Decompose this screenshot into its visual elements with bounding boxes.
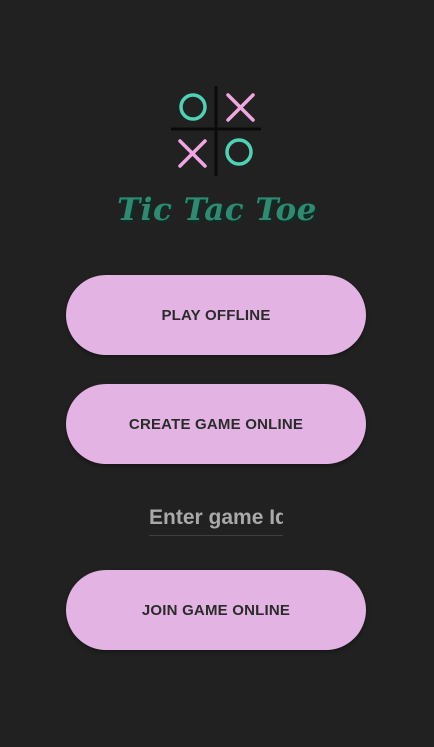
create-game-online-label: CREATE GAME ONLINE	[128, 415, 304, 433]
join-game-online-label: JOIN GAME ONLINE	[141, 601, 291, 619]
create-game-online-button[interactable]: CREATE GAME ONLINE	[66, 384, 366, 464]
x-mark-icon	[178, 139, 207, 168]
tic-tac-toe-board-icon	[171, 86, 261, 176]
app-title: Tic Tac Toe	[117, 192, 317, 228]
o-mark-icon	[179, 93, 207, 121]
o-mark-icon	[225, 138, 253, 166]
play-offline-label: PLAY OFFLINE	[161, 306, 271, 324]
game-id-input[interactable]	[149, 500, 283, 536]
app-logo	[171, 86, 261, 176]
x-mark-icon	[226, 93, 255, 122]
play-offline-button[interactable]: PLAY OFFLINE	[66, 275, 366, 355]
join-game-online-button[interactable]: JOIN GAME ONLINE	[66, 570, 366, 650]
